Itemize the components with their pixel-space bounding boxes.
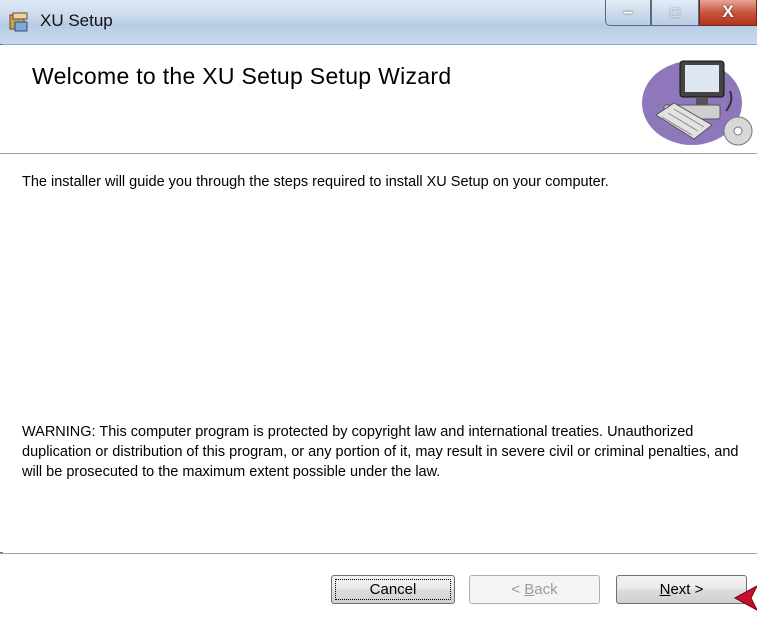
minimize-button[interactable]: – [605, 0, 651, 26]
computer-setup-icon [642, 60, 753, 146]
back-button-accel: B [524, 581, 535, 598]
wizard-footer: Cancel < Back Next > [0, 553, 757, 622]
back-button-rest: ack [534, 581, 558, 598]
cancel-button[interactable]: Cancel [331, 575, 455, 604]
next-button-rest: ext > [670, 581, 704, 598]
cancel-button-label: Cancel [369, 581, 417, 598]
setup-app-icon [9, 12, 28, 32]
maximize-button[interactable]: □ [651, 0, 699, 26]
window-title: XU Setup [40, 11, 113, 30]
title-bar[interactable]: XU Setup – □ X [0, 0, 757, 45]
close-icon: X [722, 2, 734, 21]
back-button[interactable]: < Back [469, 575, 600, 604]
back-button-prefix: < [511, 581, 525, 598]
intro-text: The installer will guide you through the… [22, 174, 609, 190]
next-button[interactable]: Next > [616, 575, 747, 604]
wizard-header: Welcome to the XU Setup Setup Wizard [0, 45, 757, 154]
pointer-arrow-icon [733, 585, 757, 611]
window-controls: – □ X [605, 0, 757, 28]
maximize-icon: □ [670, 4, 680, 20]
next-button-accel: N [659, 581, 671, 598]
copyright-warning: WARNING: This computer program is protec… [22, 424, 739, 480]
wizard-body: The installer will guide you through the… [0, 154, 757, 552]
minimize-icon: – [623, 2, 633, 21]
close-button[interactable]: X [699, 0, 757, 26]
wizard-title: Welcome to the XU Setup Setup Wizard [32, 63, 452, 89]
